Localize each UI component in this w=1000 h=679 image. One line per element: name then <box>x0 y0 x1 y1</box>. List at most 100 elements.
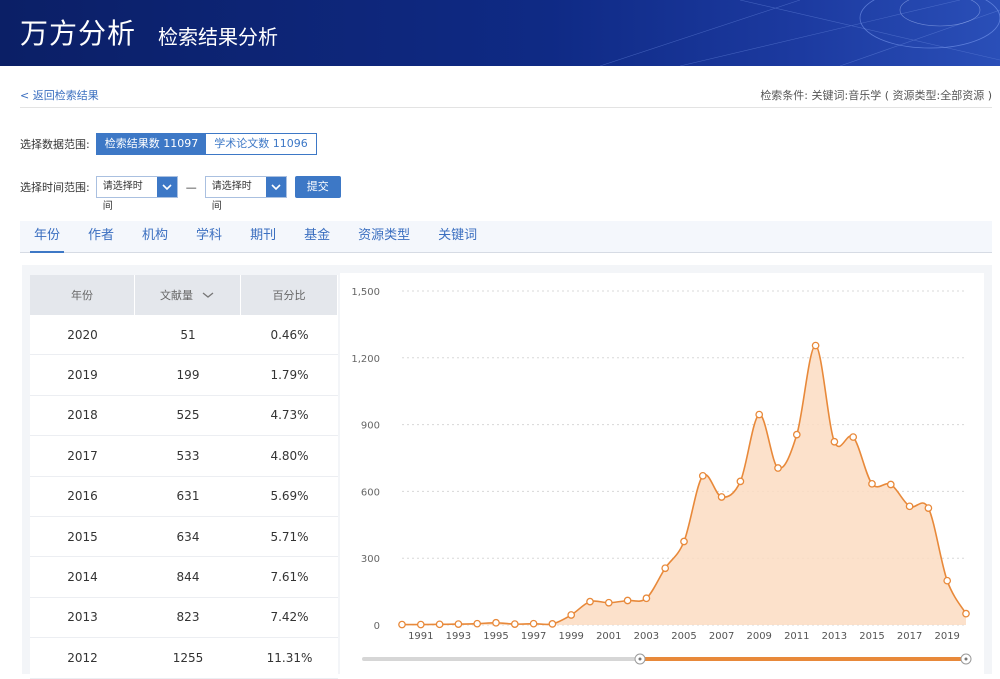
data-point <box>962 609 970 618</box>
tab-resource-type[interactable]: 资源类型 <box>344 221 424 252</box>
header-decoration <box>599 0 1000 66</box>
cell-count: 1255 <box>172 650 204 665</box>
top-bar: < 返回检索结果 检索条件: 关键词:音乐学 ( 资源类型:全部资源 ) <box>20 84 992 108</box>
table-row: 2016 631 5.69% <box>30 477 338 517</box>
slider-handle-dot <box>964 657 968 661</box>
app-header: 万方分析 检索结果分析 <box>0 0 1000 66</box>
data-point <box>510 620 519 628</box>
table-row: 2014 844 7.61% <box>30 557 338 598</box>
cell-count: 199 <box>176 368 200 383</box>
data-point <box>717 493 726 501</box>
results-panel: 年份 文献量 百分比 2020 51 0.46% 2019 199 1.79% 2018 52… <box>22 265 992 679</box>
cell-count: 844 <box>176 570 200 585</box>
brand-title: 万方分析 <box>20 17 137 50</box>
cell-year: 2018 <box>67 408 98 423</box>
data-point <box>943 576 952 585</box>
cell-percent: 4.80% <box>270 448 309 463</box>
chevron-down-icon[interactable] <box>265 177 286 197</box>
cell-percent: 0.46% <box>270 327 309 342</box>
table-row: 2013 823 7.42% <box>30 598 338 639</box>
data-point <box>492 618 500 627</box>
sort-chevron-icon[interactable] <box>201 291 215 299</box>
data-point <box>416 620 425 629</box>
data-point <box>849 433 858 441</box>
data-point <box>698 471 707 480</box>
y-tick-label: 0 <box>374 621 380 632</box>
data-point <box>661 564 670 573</box>
x-tick-label: 2009 <box>746 631 771 642</box>
cell-count: 631 <box>176 489 200 504</box>
cell-count: 533 <box>176 448 200 463</box>
data-point <box>586 597 594 606</box>
data-point <box>924 504 933 512</box>
tab-keyword[interactable]: 关键词 <box>424 221 491 252</box>
data-point <box>548 620 557 628</box>
data-range-row: 选择数据范围: 检索结果数 11097 学术论文数 11096 <box>20 133 317 155</box>
x-tick-label: 2005 <box>671 631 696 642</box>
x-tick-label: 2001 <box>596 631 621 642</box>
x-tick-label: 2011 <box>784 631 809 642</box>
start-time-value: 请选择时间 <box>102 181 143 212</box>
cell-year: 2019 <box>67 368 98 383</box>
tab-fund[interactable]: 基金 <box>290 221 344 252</box>
tab-year[interactable]: 年份 <box>20 221 74 253</box>
cell-percent: 4.73% <box>270 408 309 423</box>
y-tick-label: 600 <box>361 487 380 498</box>
time-range-row: 选择时间范围: 请选择时间 — 请选择时间 提交 <box>20 176 341 212</box>
end-time-select[interactable]: 请选择时间 <box>204 176 287 212</box>
year-table: 年份 文献量 百分比 2020 51 0.46% 2019 199 1.79% 2018 52… <box>30 275 338 679</box>
cell-percent: 11.31% <box>266 650 313 665</box>
search-conditions: 检索条件: 关键词:音乐学 ( 资源类型:全部资源 ) <box>760 89 992 102</box>
tab-institution[interactable]: 机构 <box>128 221 182 252</box>
data-point <box>473 619 482 628</box>
tab-author[interactable]: 作者 <box>74 221 128 252</box>
x-tick-label: 2019 <box>934 631 959 642</box>
table-row: 2015 634 5.71% <box>30 517 338 558</box>
time-range-label: 选择时间范围: <box>20 181 90 194</box>
cell-year: 2015 <box>67 529 98 544</box>
tab-journal[interactable]: 期刊 <box>236 221 290 252</box>
slider-handle-dot <box>638 657 642 661</box>
cell-count: 823 <box>176 610 200 625</box>
start-time-select[interactable]: 请选择时间 <box>95 176 178 212</box>
x-tick-label: 2013 <box>822 631 847 642</box>
year-trend-chart: 0 300 600 900 1,200 1,500 1991 1993 1995 1997 1999… <box>340 273 984 674</box>
cell-year: 2017 <box>67 448 98 463</box>
data-point <box>454 620 463 628</box>
cell-count: 51 <box>180 327 196 342</box>
x-tick-label: 1993 <box>446 631 471 642</box>
data-point <box>604 598 613 607</box>
column-header-percent[interactable]: 百分比 <box>241 275 338 315</box>
x-tick-label: 2007 <box>709 631 734 642</box>
chevron-down-icon[interactable] <box>156 177 177 197</box>
y-tick-label: 900 <box>361 421 380 432</box>
paper-count-option[interactable]: 学术论文数 11096 <box>206 134 316 154</box>
result-count-option[interactable]: 检索结果数 11097 <box>96 134 207 154</box>
data-point <box>755 410 764 419</box>
end-time-value: 请选择时间 <box>211 181 252 212</box>
tab-subject[interactable]: 学科 <box>182 221 236 252</box>
table-header: 年份 文献量 百分比 <box>30 275 338 315</box>
cell-percent: 5.69% <box>270 489 309 504</box>
x-tick-label: 1999 <box>558 631 583 642</box>
cell-year: 2014 <box>67 570 98 585</box>
data-point <box>680 537 688 546</box>
page-subtitle: 检索结果分析 <box>158 25 278 49</box>
y-tick-label: 1,200 <box>351 354 380 365</box>
back-link[interactable]: < 返回检索结果 <box>20 87 99 103</box>
range-dash: — <box>185 180 197 194</box>
cell-count: 525 <box>176 408 200 423</box>
data-range-label: 选择数据范围: <box>20 138 90 151</box>
column-header-count[interactable]: 文献量 <box>135 275 241 315</box>
data-point <box>567 611 576 619</box>
data-point <box>529 619 538 628</box>
column-header-count-label: 文献量 <box>160 289 193 302</box>
table-row: 2017 533 4.80% <box>30 436 338 477</box>
data-range-toggle: 检索结果数 11097 学术论文数 11096 <box>95 133 317 155</box>
submit-button[interactable]: 提交 <box>294 176 341 198</box>
cell-percent: 7.42% <box>270 610 309 625</box>
column-header-year[interactable]: 年份 <box>30 275 135 315</box>
cell-year: 2012 <box>67 650 98 665</box>
data-point <box>774 464 782 472</box>
y-tick-label: 300 <box>361 554 380 565</box>
